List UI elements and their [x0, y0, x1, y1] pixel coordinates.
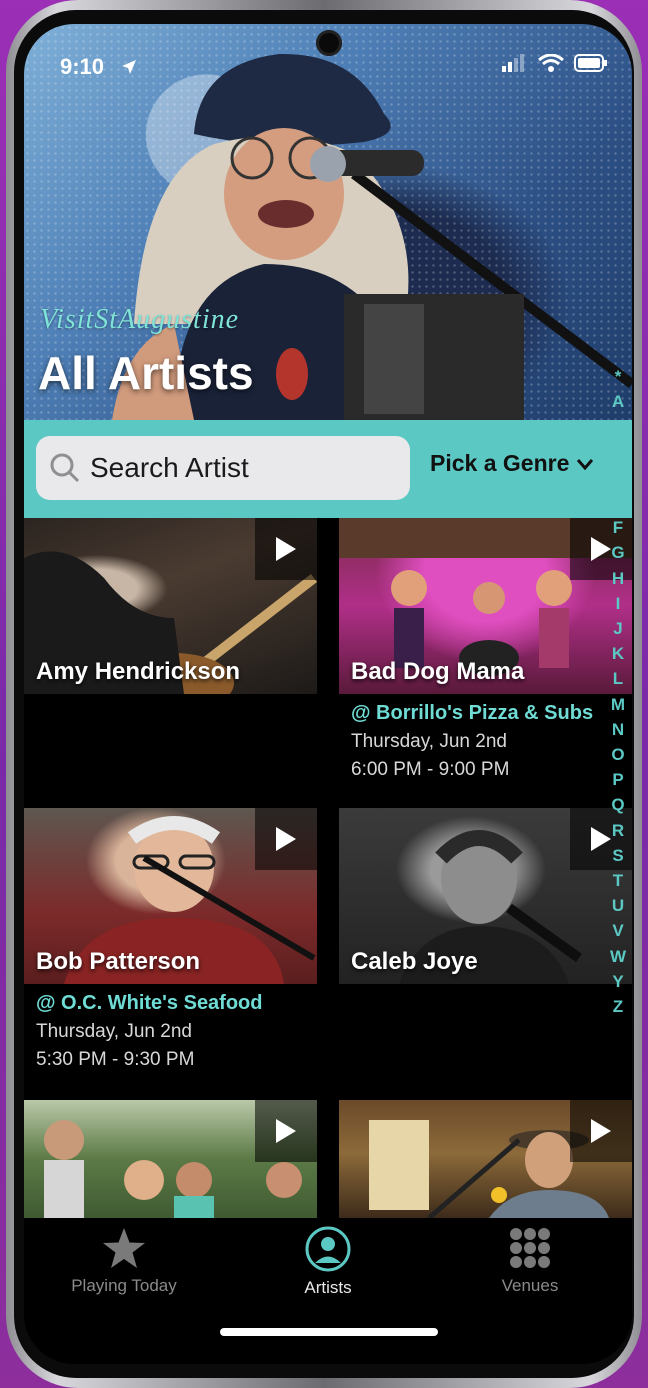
artist-card[interactable]: Amy Hendrickson — [24, 518, 317, 694]
index-letter[interactable]: G — [611, 540, 624, 565]
index-letter[interactable]: A — [612, 389, 624, 414]
index-letter[interactable]: J — [613, 616, 622, 641]
artist-thumbnail[interactable] — [339, 1100, 632, 1218]
location-arrow-icon — [122, 60, 136, 74]
artist-name: Amy Hendrickson — [36, 658, 241, 685]
index-letter[interactable]: T — [613, 868, 623, 893]
artist-card[interactable] — [24, 1100, 317, 1218]
artist-name: Caleb Joye — [351, 948, 478, 975]
search-input[interactable]: Search Artist — [36, 436, 410, 500]
index-letter[interactable]: Q — [611, 792, 624, 817]
front-camera — [316, 30, 342, 56]
home-indicator[interactable] — [220, 1328, 438, 1336]
index-letter[interactable]: O — [611, 742, 624, 767]
event-time: 5:30 PM - 9:30 PM — [36, 1049, 195, 1070]
artist-thumbnail[interactable]: Bad Dog Mama — [339, 518, 632, 694]
play-button[interactable] — [255, 518, 317, 580]
tab-label: Artists — [304, 1278, 352, 1297]
index-letter[interactable]: E — [612, 490, 623, 515]
page-title: All Artists — [38, 347, 254, 399]
signal-icon — [502, 54, 524, 72]
event-venue[interactable]: @ O.C. White's Seafood — [36, 992, 305, 1015]
index-letter[interactable]: D — [612, 465, 624, 490]
artist-thumbnail[interactable]: Amy Hendrickson — [24, 518, 317, 694]
index-letter[interactable]: R — [612, 818, 624, 843]
play-icon — [591, 1119, 611, 1143]
index-letter[interactable]: * — [615, 364, 622, 389]
artist-grid: Amy Hendrickson Bad Dog Mama @ Borrillo'… — [24, 518, 632, 1218]
event-venue[interactable]: @ Borrillo's Pizza & Subs — [351, 702, 620, 725]
artist-card[interactable]: Caleb Joye — [339, 808, 632, 984]
search-band: Search Artist Pick a Genre — [24, 420, 632, 518]
tab-venues[interactable]: Venues — [430, 1226, 630, 1296]
artist-card[interactable] — [339, 1100, 632, 1218]
tab-playing-today[interactable]: Playing Today — [24, 1226, 224, 1296]
artist-name: Bad Dog Mama — [351, 658, 525, 685]
play-button[interactable] — [570, 1100, 632, 1162]
chevron-down-icon — [577, 458, 594, 470]
index-letter[interactable]: Z — [613, 994, 623, 1019]
battery-icon — [574, 54, 607, 72]
index-letter[interactable]: C — [612, 440, 624, 465]
artist-thumbnail[interactable] — [24, 1100, 317, 1218]
play-button[interactable] — [255, 1100, 317, 1162]
index-letter[interactable]: H — [612, 566, 624, 591]
search-placeholder: Search Artist — [90, 452, 249, 483]
tab-artists[interactable]: Artists — [228, 1226, 428, 1298]
event-date: Thursday, Jun 2nd — [351, 731, 507, 752]
event-info: @ O.C. White's Seafood Thursday, Jun 2nd… — [24, 984, 317, 1071]
search-icon — [50, 453, 80, 483]
index-letter[interactable]: U — [612, 893, 624, 918]
index-letter[interactable]: S — [612, 843, 623, 868]
play-icon — [276, 1119, 296, 1143]
grid-dots-icon — [510, 1228, 550, 1268]
index-letter[interactable]: W — [610, 944, 626, 969]
artist-thumbnail[interactable]: Bob Patterson — [24, 808, 317, 984]
hero-banner: 9:10 VisitStAugustine All Artists — [24, 24, 632, 420]
index-letter[interactable]: B — [612, 414, 624, 439]
app-screen: 9:10 VisitStAugustine All Artists Search… — [24, 24, 632, 1364]
tab-label: Venues — [501, 1276, 559, 1295]
index-letter[interactable]: V — [612, 918, 623, 943]
play-icon — [276, 827, 296, 851]
index-letter[interactable]: P — [612, 767, 623, 792]
tab-label: Playing Today — [71, 1276, 177, 1295]
wifi-icon — [538, 54, 564, 72]
genre-picker[interactable]: Pick a Genre — [430, 450, 594, 477]
event-date: Thursday, Jun 2nd — [36, 1021, 192, 1042]
artist-name: Bob Patterson — [36, 948, 201, 975]
event-info: @ Borrillo's Pizza & Subs Thursday, Jun … — [339, 694, 632, 781]
person-circle-icon — [305, 1226, 351, 1272]
index-letter[interactable]: Y — [612, 969, 623, 994]
index-letter[interactable]: F — [613, 515, 623, 540]
status-icons — [502, 54, 608, 72]
index-letter[interactable]: L — [613, 666, 623, 691]
play-icon — [276, 537, 296, 561]
index-letter[interactable]: M — [611, 692, 625, 717]
index-letter[interactable]: K — [612, 641, 624, 666]
index-letter[interactable]: I — [616, 591, 621, 616]
event-time: 6:00 PM - 9:00 PM — [351, 759, 510, 780]
index-letter[interactable]: N — [612, 717, 624, 742]
artist-card[interactable]: Bad Dog Mama @ Borrillo's Pizza & Subs T… — [339, 518, 632, 781]
genre-picker-label: Pick a Genre — [430, 450, 570, 476]
play-button[interactable] — [255, 808, 317, 870]
brand-logo: VisitStAugustine — [40, 304, 240, 335]
tab-bar: Playing Today Artists Venues — [24, 1218, 632, 1364]
artist-thumbnail[interactable]: Caleb Joye — [339, 808, 632, 984]
alphabet-index[interactable]: * A B C D E F G H I J K L M N O P Q R S … — [606, 364, 630, 1019]
star-icon — [103, 1228, 145, 1268]
artist-card[interactable]: Bob Patterson @ O.C. White's Seafood Thu… — [24, 808, 317, 1071]
status-time: 9:10 — [60, 54, 105, 79]
